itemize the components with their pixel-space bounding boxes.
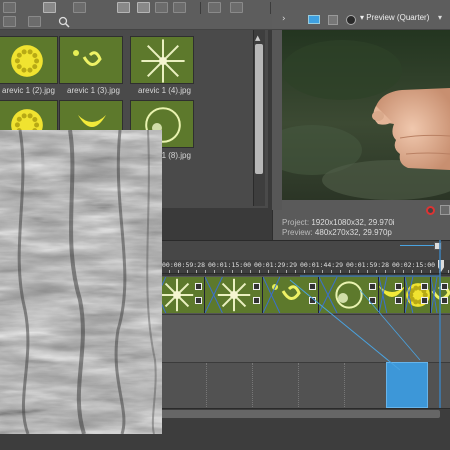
tool-icon-7[interactable] [155,2,168,13]
overlay-icon[interactable] [346,15,356,25]
preview-info: Project: 1920x1080x32, 29.970i Preview: … [282,218,395,238]
project-value: 1920x1080x32, 29.970i [311,218,395,227]
list-icon[interactable] [28,16,41,27]
marble-texture-image [0,130,162,434]
preview-value: 480x270x32, 29.970p [314,228,392,237]
timeline-horizontal-scrollbar[interactable] [160,410,440,418]
media-scrollbar-thumb[interactable] [255,44,263,174]
preview-side-gutter [272,30,282,210]
media-thumbnail-label: arevic 1 (4).jpg [138,86,191,95]
preview-quality-dropdown[interactable]: ▾ Preview (Quarter) [360,13,429,22]
tool-icon-8[interactable] [173,2,186,13]
tool-icon-9[interactable] [208,2,221,13]
media-thumbnail[interactable] [59,36,123,84]
views-icon[interactable] [117,2,130,13]
tool-icon-10[interactable] [230,2,243,13]
chevron-left-icon[interactable]: › [282,14,286,24]
preview-toolbar: › ▾ Preview (Quarter) ▾ [272,10,450,30]
folder-icon[interactable] [3,2,16,13]
preview-label: Preview: [282,228,313,237]
media-thumbnail-label: arevic 1 (2).jpg [2,86,55,95]
tool-icon-2[interactable] [43,2,56,13]
preview-quality-label: Preview (Quarter) [366,13,430,22]
toolbar-separator [200,2,201,14]
media-thumbnail[interactable] [130,36,194,84]
project-label: Project: [282,218,310,227]
media-thumbnail[interactable] [0,36,58,84]
split-screen-icon[interactable] [328,15,338,25]
views-icon[interactable] [3,16,16,27]
chevron-down-icon[interactable]: ▾ [438,13,442,22]
import-icon[interactable] [73,2,86,13]
tool-icon-6[interactable] [137,2,150,13]
scroll-up-icon[interactable]: ▲ [255,34,260,42]
record-icon[interactable] [426,206,435,215]
monitor-icon[interactable] [308,15,320,24]
preview-video [282,30,450,200]
snapshot-icon[interactable] [440,205,450,215]
search-icon[interactable] [58,16,70,28]
media-thumbnail-label: arevic 1 (3).jpg [67,86,120,95]
toolbar-separator [270,2,271,14]
